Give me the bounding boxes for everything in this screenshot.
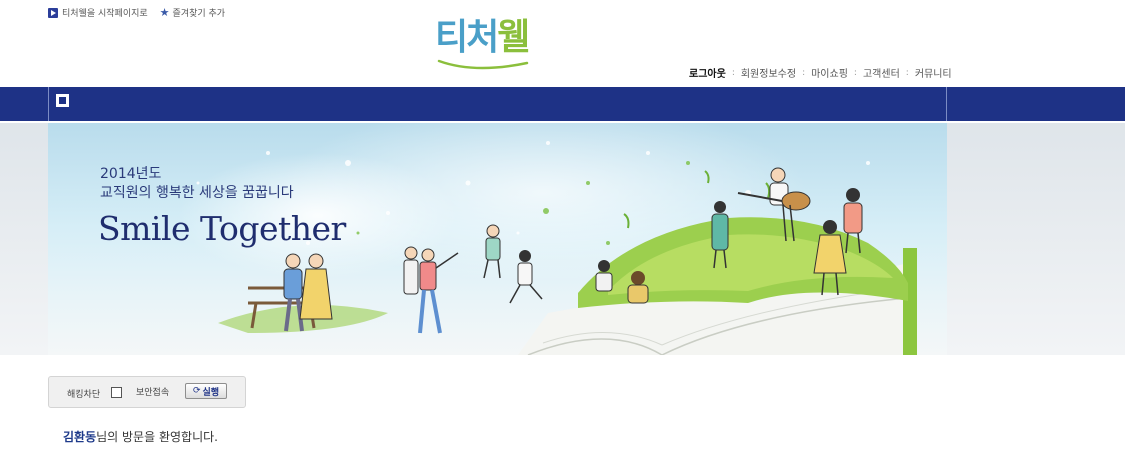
add-favorite-label: 즐겨찾기 추가 <box>172 9 226 19</box>
welcome-text: 님의 방문을 환영합니다. <box>96 430 218 444</box>
run-button[interactable]: ⟳ 실행 <box>185 383 227 399</box>
logo-text-part1: 티처 <box>435 17 499 58</box>
logo-wordmark: 티처웰 <box>435 18 545 58</box>
main-banner: 2014년도 교직원의 행복한 세상을 꿈꿉니다 Smile Together <box>0 123 1125 355</box>
logo-text-part2: 웰 <box>497 17 530 58</box>
set-startpage-link[interactable]: 티처웰을 시작페이지로 <box>48 6 148 19</box>
header-nav: 로그아웃 : 회원정보수정 : 마이쇼핑 : 고객센터 : 커뮤니티 <box>689 65 952 81</box>
edit-member-info-link[interactable]: 회원정보수정 <box>741 65 796 80</box>
welcome-message: 김환동님의 방문을 환영합니다. <box>63 428 218 445</box>
customer-center-link[interactable]: 고객센터 <box>863 65 900 80</box>
set-startpage-label: 티처웰을 시작페이지로 <box>62 9 148 19</box>
play-icon <box>48 7 58 18</box>
logo-swoosh <box>437 59 529 70</box>
refresh-icon: ⟳ <box>192 386 201 396</box>
security-box: 해킹차단 보안접속 ⟳ 실행 <box>48 376 246 408</box>
secure-access-label: 보안접속 <box>136 388 170 398</box>
run-button-label: 실행 <box>202 387 220 398</box>
square-icon <box>59 97 66 104</box>
nav-separator: : <box>905 67 909 78</box>
hacking-block-checkbox[interactable] <box>111 387 122 398</box>
add-favorite-link[interactable]: ★ 즐겨찾기 추가 <box>159 5 226 20</box>
utility-links: 티처웰을 시작페이지로 ★ 즐겨찾기 추가 <box>48 6 237 19</box>
banner-image: 2014년도 교직원의 행복한 세상을 꿈꿉니다 Smile Together <box>48 123 947 355</box>
banner-title: Smile Together <box>98 209 346 248</box>
nav-separator: : <box>853 67 857 78</box>
banner-year: 2014년도 <box>100 166 162 182</box>
banner-subtitle: 교직원의 행복한 세상을 꿈꿉니다 <box>100 185 294 201</box>
nav-separator: : <box>731 67 735 78</box>
teacherwell-logo[interactable]: 티처웰 <box>435 18 545 74</box>
my-shopping-link[interactable]: 마이쇼핑 <box>811 65 848 80</box>
menu-toggle-button[interactable] <box>56 94 69 107</box>
hacking-block-label: 해킹차단 <box>67 390 101 400</box>
nav-separator: : <box>802 67 806 78</box>
main-nav-bar-inner <box>48 87 947 121</box>
logout-link[interactable]: 로그아웃 <box>689 65 726 80</box>
star-icon: ★ <box>159 5 170 19</box>
user-name: 김환동 <box>63 430 97 444</box>
community-link[interactable]: 커뮤니티 <box>915 65 952 80</box>
